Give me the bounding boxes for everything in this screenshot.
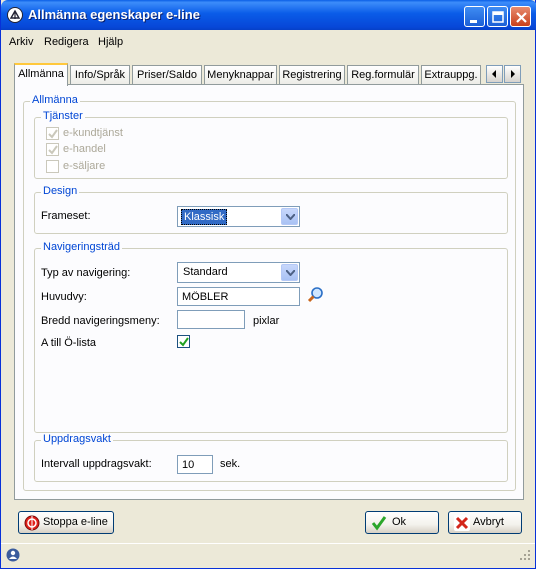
chevron-down-icon[interactable] bbox=[281, 208, 298, 225]
a-till-o-lista-label: A till Ö-lista bbox=[41, 337, 97, 349]
group-tjanster-title: Tjänster bbox=[41, 110, 85, 122]
group-navigeringstrad-title: Navigeringsträd bbox=[41, 241, 123, 253]
typ-av-navigering-value: Standard bbox=[183, 266, 228, 278]
chevron-down-icon[interactable] bbox=[281, 264, 298, 281]
group-design: Design Frameset: Klassisk bbox=[34, 185, 508, 234]
search-icon[interactable] bbox=[307, 286, 325, 307]
frameset-select[interactable]: Klassisk bbox=[177, 206, 300, 227]
checkbox-e-handel bbox=[46, 143, 59, 156]
tab-strip: Allmänna Info/Språk Priser/Saldo Menykna… bbox=[14, 63, 524, 86]
ok-button[interactable]: Ok bbox=[365, 511, 439, 534]
group-allmanna: Allmänna Tjänster e-kundtjänst e-handel … bbox=[23, 94, 516, 491]
menu-redigera[interactable]: Redigera bbox=[44, 36, 89, 48]
stop-icon bbox=[24, 515, 40, 534]
tab-reg-formular[interactable]: Reg.formulär bbox=[347, 65, 419, 85]
window-title: Allmänna egenskaper e-line bbox=[28, 7, 200, 22]
cancel-label: Avbryt bbox=[473, 516, 504, 528]
intervall-uppdragsvakt-input[interactable] bbox=[177, 455, 213, 474]
close-icon bbox=[454, 515, 470, 534]
app-logo-icon bbox=[7, 7, 23, 23]
checkbox-e-saljare bbox=[46, 160, 59, 173]
tab-scroll-right-button[interactable] bbox=[504, 65, 521, 83]
close-button[interactable] bbox=[510, 6, 531, 27]
ok-label: Ok bbox=[392, 516, 407, 528]
cancel-button[interactable]: Avbryt bbox=[448, 511, 522, 534]
bredd-navigeringsmeny-input[interactable] bbox=[177, 310, 245, 329]
menu-hjalp[interactable]: Hjälp bbox=[98, 36, 123, 48]
app-window: Allmänna egenskaper e-line Arkiv Rediger… bbox=[0, 0, 536, 569]
user-icon bbox=[6, 548, 20, 565]
e-handel-label: e-handel bbox=[63, 143, 106, 155]
frameset-selected-value: Klassisk bbox=[181, 209, 228, 225]
huvudvy-label: Huvudvy: bbox=[41, 291, 87, 303]
resize-grip-icon[interactable] bbox=[519, 549, 531, 564]
menu-arkiv[interactable]: Arkiv bbox=[9, 36, 33, 48]
group-allmanna-title: Allmänna bbox=[30, 94, 80, 106]
stop-eline-label: Stoppa e-line bbox=[43, 516, 108, 528]
group-navigeringstrad: Navigeringsträd Typ av navigering: Stand… bbox=[34, 241, 508, 433]
tab-allmanna[interactable]: Allmänna bbox=[14, 63, 68, 86]
tab-info-sprak[interactable]: Info/Språk bbox=[70, 65, 130, 85]
check-icon bbox=[371, 515, 387, 534]
tab-panel-allmanna: Allmänna Tjänster e-kundtjänst e-handel … bbox=[14, 84, 524, 500]
intervall-uppdragsvakt-label: Intervall uppdragsvakt: bbox=[41, 458, 152, 470]
checkbox-a-till-o-lista[interactable] bbox=[177, 335, 190, 348]
typ-av-navigering-select[interactable]: Standard bbox=[177, 262, 300, 283]
e-kundtjanst-label: e-kundtjänst bbox=[63, 127, 123, 139]
checkbox-e-kundtjanst bbox=[46, 127, 59, 140]
pixlar-unit: pixlar bbox=[253, 315, 280, 327]
group-design-title: Design bbox=[41, 185, 80, 197]
stop-eline-button[interactable]: Stoppa e-line bbox=[18, 511, 114, 534]
maximize-button[interactable] bbox=[487, 6, 508, 27]
status-bar bbox=[1, 543, 535, 568]
sek-unit: sek. bbox=[220, 458, 241, 470]
tab-priser-saldo[interactable]: Priser/Saldo bbox=[132, 65, 202, 85]
e-saljare-label: e-säljare bbox=[63, 160, 106, 172]
group-uppdragsvakt-title: Uppdragsvakt bbox=[41, 433, 113, 445]
tab-registrering[interactable]: Registrering bbox=[279, 65, 345, 85]
frameset-label: Frameset: bbox=[41, 210, 91, 222]
group-uppdragsvakt: Uppdragsvakt Intervall uppdragsvakt: sek… bbox=[34, 433, 508, 482]
tab-extrauppg[interactable]: Extrauppg. bbox=[421, 65, 481, 85]
bredd-navigeringsmeny-label: Bredd navigeringsmeny: bbox=[41, 315, 160, 327]
group-tjanster: Tjänster e-kundtjänst e-handel e-säljare bbox=[34, 110, 508, 179]
title-bar[interactable]: Allmänna egenskaper e-line bbox=[1, 0, 536, 30]
huvudvy-input[interactable] bbox=[177, 287, 300, 306]
menu-bar: Arkiv Redigera Hjälp bbox=[1, 33, 536, 53]
typ-av-navigering-label: Typ av navigering: bbox=[41, 267, 131, 279]
minimize-button[interactable] bbox=[464, 6, 485, 27]
tab-menyknappar[interactable]: Menyknappar bbox=[204, 65, 277, 85]
tab-scroll-left-button[interactable] bbox=[486, 65, 503, 83]
